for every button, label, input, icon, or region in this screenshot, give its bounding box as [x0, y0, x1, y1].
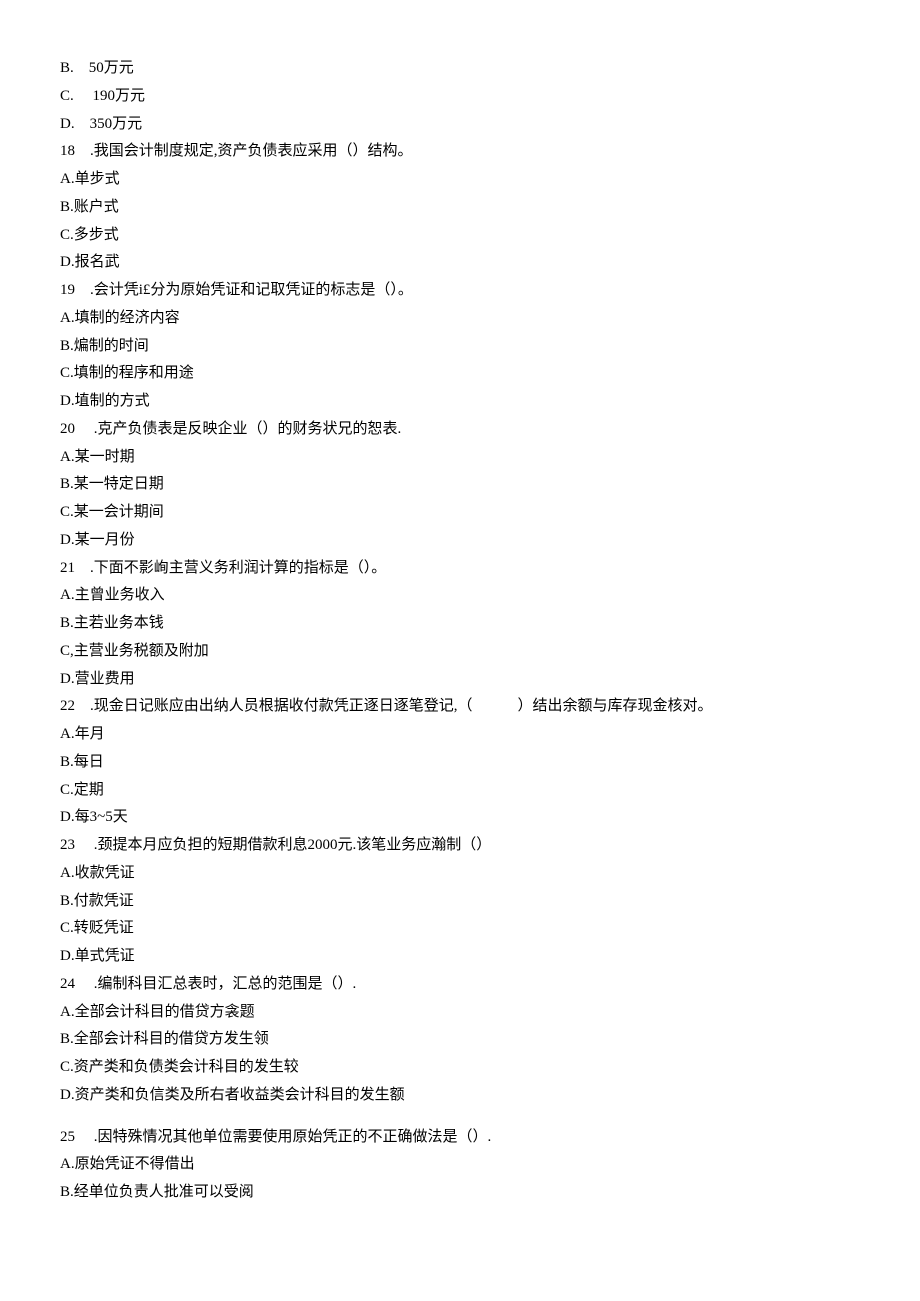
text-line: A.收款凭证 [60, 860, 860, 888]
text-line: C.填制的程序和用途 [60, 360, 860, 388]
text-line: B.主若业务本钱 [60, 610, 860, 638]
text-line: D.单式凭证 [60, 943, 860, 971]
text-line: A.某一时期 [60, 444, 860, 472]
text-line: A.主曾业务收入 [60, 582, 860, 610]
text-line: C. 190万元 [60, 83, 860, 111]
text-line: B.经单位负责人批准可以受阅 [60, 1179, 860, 1207]
text-line: D.埴制的方式 [60, 388, 860, 416]
text-line: B.每日 [60, 749, 860, 777]
text-line: C.多步式 [60, 222, 860, 250]
text-line: D.报名武 [60, 249, 860, 277]
text-line: A.原始凭证不得借出 [60, 1151, 860, 1179]
text-line: A.年月 [60, 721, 860, 749]
text-line: D.每3~5天 [60, 804, 860, 832]
text-line: D.某一月份 [60, 527, 860, 555]
text-line: 19 .会计凭i£分为原始凭证和记取凭证的标志是（）。 [60, 277, 860, 305]
text-line: A.填制的经济内容 [60, 305, 860, 333]
text-line: C.资产类和负债类会计科目的发生较 [60, 1054, 860, 1082]
text-line: B. 50万元 [60, 55, 860, 83]
text-line: 22 .现金日记账应由出纳人员根据收付款凭正逐日逐笔登记,（ ）结出余额与库存现… [60, 693, 860, 721]
text-line: A.单步式 [60, 166, 860, 194]
text-line: C.转贬凭证 [60, 915, 860, 943]
text-line: 24 .编制科目汇总表时，汇总的范围是（）. [60, 971, 860, 999]
text-line: B.付款凭证 [60, 888, 860, 916]
text-line: C.某一会计期间 [60, 499, 860, 527]
text-line: C.定期 [60, 777, 860, 805]
text-line: 25 .因特殊情况其他单位需要使用原始凭正的不正确做法是（）. [60, 1124, 860, 1152]
text-line: D.资产类和负信类及所右者收益类会计科目的发生额 [60, 1082, 860, 1110]
text-line: B.某一特定日期 [60, 471, 860, 499]
document-body: B. 50万元C. 190万元D. 350万元18 .我国会计制度规定,资产负债… [60, 55, 860, 1207]
text-line: A.全部会计科目的借贷方衾题 [60, 999, 860, 1027]
text-line: 21 .下面不影峋主营义务利润计算的指标是（）。 [60, 555, 860, 583]
text-line: 20 .克产负债表是反映企业（）的财务状兄的恕表. [60, 416, 860, 444]
text-line: 18 .我国会计制度规定,资产负债表应采用（）结构。 [60, 138, 860, 166]
blank-line [60, 1110, 860, 1124]
text-line: B.全部会计科目的借贷方发生领 [60, 1026, 860, 1054]
text-line: C,主营业务税额及附加 [60, 638, 860, 666]
text-line: 23 .颈提本月应负担的短期借款利息2000元.该笔业务应瀚制（） [60, 832, 860, 860]
text-line: B.煸制的时间 [60, 333, 860, 361]
text-line: D.营业费用 [60, 666, 860, 694]
text-line: B.账户式 [60, 194, 860, 222]
text-line: D. 350万元 [60, 111, 860, 139]
